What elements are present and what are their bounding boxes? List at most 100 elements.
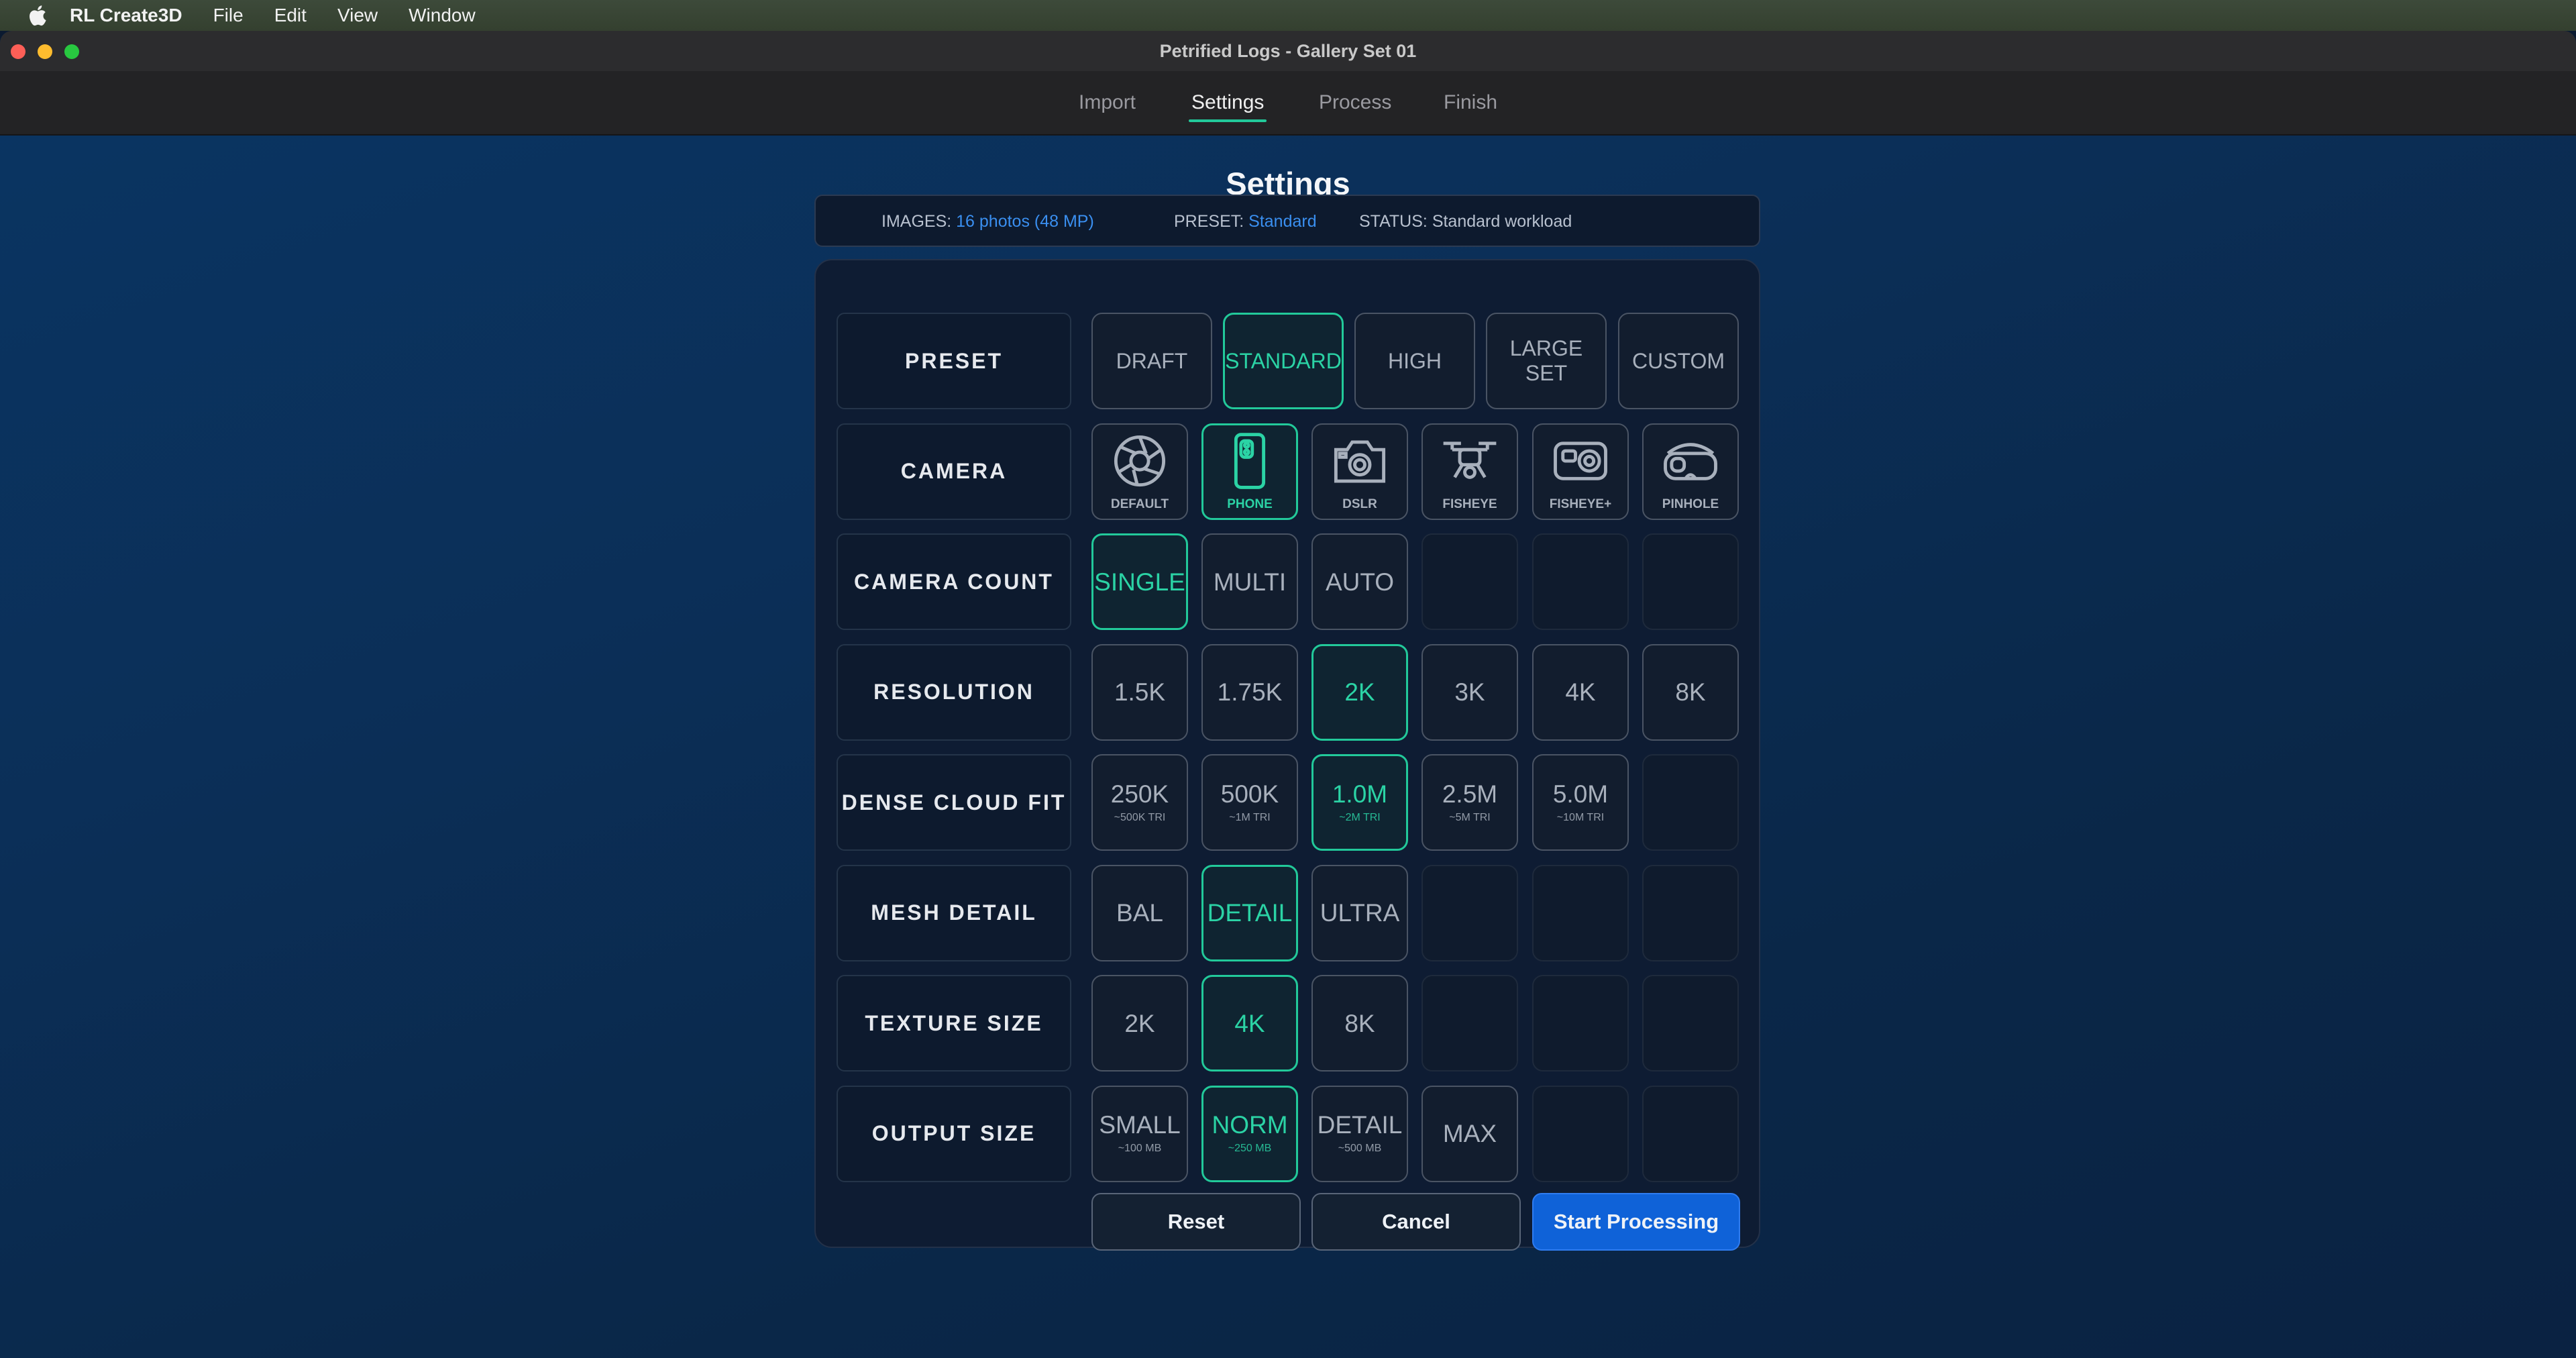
- output-size-option-norm[interactable]: NORM ~250 MB: [1201, 1085, 1298, 1182]
- option-label: STANDARD: [1225, 348, 1342, 373]
- mesh-detail-empty-slot: [1532, 864, 1629, 961]
- option-label: 5.0M: [1552, 780, 1609, 808]
- resolution-option-8k[interactable]: 8K: [1642, 643, 1739, 741]
- option-label: DSLR: [1342, 497, 1377, 511]
- mesh-detail-option-detail[interactable]: DETAIL: [1201, 864, 1298, 961]
- option-label: CUSTOM: [1631, 348, 1725, 373]
- tab-import[interactable]: Import: [1079, 71, 1136, 134]
- window-title: Petrified Logs - Gallery Set 01: [1159, 41, 1417, 61]
- dense-cloud-fit-option-1-0m[interactable]: 1.0M ~2M TRI: [1311, 754, 1408, 851]
- camera-option-fisheye[interactable]: FISHEYE: [1421, 423, 1518, 520]
- step-tabs: Import Settings Process Finish: [0, 71, 2576, 136]
- output-size-option-detail[interactable]: DETAIL ~500 MB: [1311, 1085, 1408, 1182]
- drone-icon: [1440, 431, 1500, 494]
- summary-bar: IMAGES: 16 photos (48 MP) PRESET: Standa…: [814, 195, 1760, 247]
- dense-cloud-fit-option-500k[interactable]: 500K ~1M TRI: [1201, 754, 1298, 851]
- option-label: 2K: [1124, 1009, 1155, 1037]
- status-summary: STATUS: Standard workload: [1359, 212, 1572, 231]
- camera-option-default[interactable]: DEFAULT: [1091, 423, 1188, 520]
- texture-size-empty-slot: [1421, 975, 1518, 1072]
- option-label: DRAFT: [1116, 348, 1188, 373]
- preset-option-high[interactable]: HIGH: [1354, 313, 1475, 409]
- resolution-option-1-5k[interactable]: 1.5K: [1091, 643, 1188, 741]
- option-label: 2.5M: [1442, 780, 1498, 808]
- tab-finish[interactable]: Finish: [1444, 71, 1497, 134]
- camera-count-empty-slot: [1532, 533, 1629, 630]
- option-label: HIGH: [1388, 348, 1442, 373]
- output-size-label: OUTPUT SIZE: [837, 1085, 1071, 1182]
- resolution-option-3k[interactable]: 3K: [1421, 643, 1518, 741]
- texture-size-option-2k[interactable]: 2K: [1091, 975, 1188, 1072]
- resolution-label: RESOLUTION: [837, 643, 1071, 741]
- option-label: 2K: [1344, 678, 1375, 706]
- option-label: DETAIL: [1317, 1111, 1403, 1139]
- texture-size-option-4k[interactable]: 4K: [1201, 975, 1298, 1072]
- output-size-option-max[interactable]: MAX: [1421, 1085, 1518, 1182]
- preset-option-standard[interactable]: STANDARD: [1223, 313, 1344, 409]
- option-label: NORM: [1212, 1111, 1288, 1139]
- dense-cloud-fit-label: DENSE CLOUD FIT: [837, 754, 1071, 851]
- resolution-option-4k[interactable]: 4K: [1532, 643, 1629, 741]
- cancel-button[interactable]: Cancel: [1311, 1193, 1521, 1251]
- option-label: 4K: [1234, 1009, 1265, 1037]
- camera-count-empty-slot: [1421, 533, 1518, 630]
- title-bar: Petrified Logs - Gallery Set 01: [0, 31, 2576, 72]
- option-label: 250K: [1110, 780, 1169, 808]
- texture-size-empty-slot: [1532, 975, 1629, 1072]
- camera-icon: [1330, 431, 1390, 494]
- edit-menu[interactable]: Edit: [274, 5, 307, 26]
- option-label: 1.75K: [1217, 678, 1283, 706]
- camera-count-option-single[interactable]: SINGLE: [1091, 533, 1188, 630]
- option-sublabel: ~500K TRI: [1114, 811, 1166, 823]
- option-label: ULTRA: [1320, 899, 1400, 927]
- option-label: MULTI: [1213, 568, 1287, 596]
- option-label: DEFAULT: [1110, 497, 1169, 511]
- start-processing-button[interactable]: Start Processing: [1532, 1193, 1740, 1251]
- camera-count-empty-slot: [1642, 533, 1739, 630]
- mesh-detail-option-ultra[interactable]: ULTRA: [1311, 864, 1408, 961]
- preset-option-draft[interactable]: DRAFT: [1091, 313, 1212, 409]
- mesh-detail-label: MESH DETAIL: [837, 864, 1071, 961]
- option-label: MAX: [1442, 1120, 1497, 1147]
- option-label: 3K: [1454, 678, 1485, 706]
- dense-cloud-fit-option-2-5m[interactable]: 2.5M ~5M TRI: [1421, 754, 1518, 851]
- texture-size-option-8k[interactable]: 8K: [1311, 975, 1408, 1072]
- apple-icon[interactable]: [27, 3, 47, 28]
- option-label: BAL: [1116, 899, 1163, 927]
- option-label: 4K: [1565, 678, 1596, 706]
- camera-option-phone[interactable]: PHONE: [1201, 423, 1298, 520]
- window-menu[interactable]: Window: [409, 5, 476, 26]
- mesh-detail-empty-slot: [1421, 864, 1518, 961]
- dense-cloud-fit-option-5-0m[interactable]: 5.0M ~10M TRI: [1532, 754, 1629, 851]
- resolution-option-2k[interactable]: 2K: [1311, 643, 1408, 741]
- output-size-empty-slot: [1642, 1085, 1739, 1182]
- option-sublabel: ~250 MB: [1228, 1143, 1272, 1154]
- camera-option-pinhole[interactable]: PINHOLE: [1642, 423, 1739, 520]
- camera-count-option-auto[interactable]: AUTO: [1311, 533, 1408, 630]
- preset-label: PRESET: [837, 313, 1071, 409]
- option-label: 1.5K: [1114, 678, 1166, 706]
- camera-option-fisheye-[interactable]: FISHEYE+: [1532, 423, 1629, 520]
- reset-button[interactable]: Reset: [1091, 1193, 1301, 1251]
- dense-cloud-fit-option-250k[interactable]: 250K ~500K TRI: [1091, 754, 1188, 851]
- tab-settings[interactable]: Settings: [1189, 71, 1267, 134]
- images-summary: IMAGES: 16 photos (48 MP): [881, 212, 1094, 231]
- preset-option-custom[interactable]: CUSTOM: [1618, 313, 1739, 409]
- tab-process[interactable]: Process: [1319, 71, 1391, 134]
- phone-icon: [1220, 431, 1280, 494]
- output-size-option-small[interactable]: SMALL ~100 MB: [1091, 1085, 1188, 1182]
- camera-count-option-multi[interactable]: MULTI: [1201, 533, 1298, 630]
- option-sublabel: ~100 MB: [1118, 1143, 1162, 1154]
- resolution-option-1-75k[interactable]: 1.75K: [1201, 643, 1298, 741]
- option-sublabel: ~10M TRI: [1556, 811, 1605, 823]
- app-menu[interactable]: RL Create3D: [70, 5, 182, 26]
- mesh-detail-option-bal[interactable]: BAL: [1091, 864, 1188, 961]
- view-menu[interactable]: View: [337, 5, 378, 26]
- menu-bar: RL Create3D File Edit View Window: [0, 0, 2576, 31]
- option-label: AUTO: [1325, 568, 1395, 596]
- option-label: SINGLE: [1094, 568, 1185, 596]
- file-menu[interactable]: File: [213, 5, 244, 26]
- camera-option-dslr[interactable]: DSLR: [1311, 423, 1408, 520]
- camera-count-label: CAMERA COUNT: [837, 533, 1071, 630]
- preset-option-large-set[interactable]: LARGE SET: [1486, 313, 1607, 409]
